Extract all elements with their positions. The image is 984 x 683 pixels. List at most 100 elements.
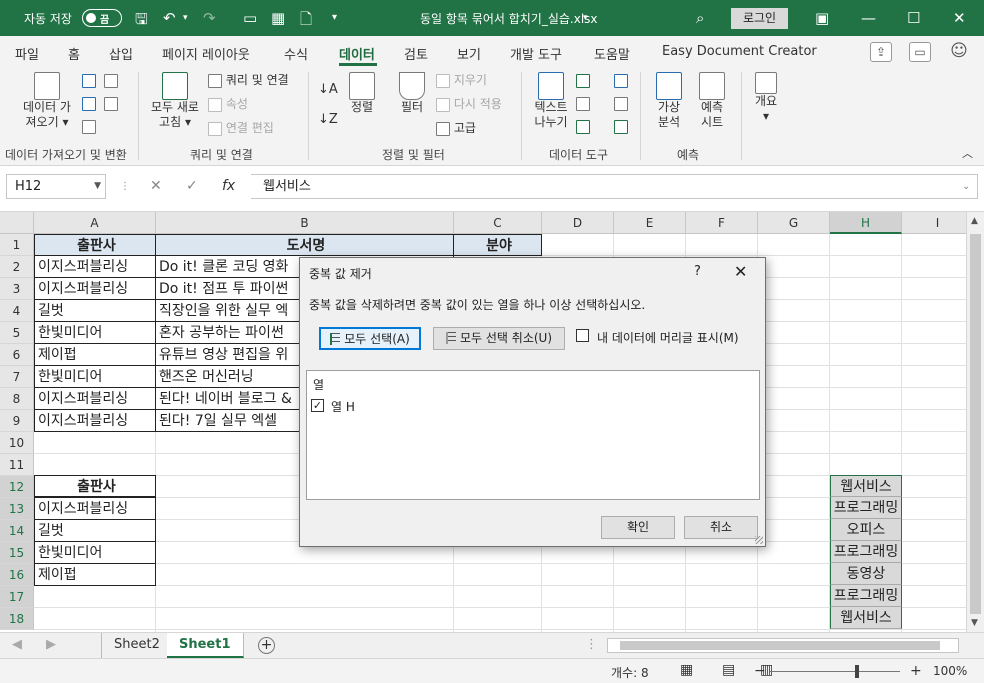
row-header[interactable]: 8 (0, 388, 34, 410)
cell-a9[interactable]: 이지스퍼블리싱 (34, 409, 156, 432)
tab-view[interactable]: 보기 (457, 44, 481, 63)
unselect-all-button[interactable]: 모두 선택 취소(U) (433, 327, 565, 350)
row-header[interactable]: 15 (0, 542, 34, 564)
cell-h12[interactable]: 웹서비스 (830, 475, 902, 497)
undo-icon[interactable]: ↶ (163, 9, 176, 27)
comments-icon[interactable]: ▭ (909, 42, 931, 62)
autosave-toggle[interactable]: 끔 (82, 9, 122, 27)
next-sheet-icon[interactable]: ▶ (36, 633, 66, 658)
column-header-h[interactable]: H (830, 212, 902, 234)
close-icon[interactable]: ✕ (953, 9, 966, 27)
row-header[interactable]: 6 (0, 344, 34, 366)
cell-a3[interactable]: 이지스퍼블리싱 (34, 277, 156, 300)
cell-a14[interactable]: 길벗 (34, 519, 156, 542)
row-header[interactable]: 16 (0, 564, 34, 586)
remove-duplicates-icon[interactable] (576, 97, 590, 111)
expand-formula-bar-icon[interactable]: ⌄ (962, 181, 970, 192)
sheet-tab-sheet1[interactable]: Sheet1 (167, 633, 244, 658)
cell-a12[interactable]: 출판사 (34, 475, 156, 497)
what-if-analysis-button[interactable]: 가상 분석 (648, 72, 690, 130)
headers-checkbox-label[interactable]: 내 데이터에 머리글 표시(M) (597, 329, 739, 346)
confirm-entry-icon[interactable]: ✓ (186, 178, 198, 194)
cell-a8[interactable]: 이지스퍼블리싱 (34, 387, 156, 410)
resize-grip-icon[interactable] (755, 536, 763, 544)
ok-button[interactable]: 확인 (601, 516, 675, 539)
normal-view-icon[interactable]: ▦ (680, 662, 693, 678)
login-button[interactable]: 로그인 (731, 8, 788, 29)
row-header[interactable]: 1 (0, 234, 34, 256)
search-icon[interactable]: ⌕ (696, 9, 704, 27)
undo-dropdown-icon[interactable]: ▾ (183, 13, 188, 23)
cell-a13[interactable]: 이지스퍼블리싱 (34, 497, 156, 520)
share-icon[interactable]: ⇪ (870, 42, 892, 62)
clear-button[interactable]: 지우기 (436, 73, 487, 88)
name-box[interactable]: H12 ▼ (6, 174, 106, 199)
tab-review[interactable]: 검토 (404, 44, 428, 63)
column-header-f[interactable]: F (686, 212, 758, 234)
cell-h15[interactable]: 프로그래밍 (830, 541, 902, 563)
cell-h14[interactable]: 오피스 (830, 519, 902, 541)
tab-home[interactable]: 홈 (68, 44, 80, 63)
reapply-button[interactable]: 다시 적용 (436, 97, 502, 112)
refresh-all-button[interactable]: 모두 새로 고침 ▾ (148, 72, 202, 130)
consolidate-icon[interactable] (614, 74, 628, 88)
quick-access-icon-1[interactable]: ▭ (243, 9, 257, 27)
column-h-label[interactable]: 열 H (331, 398, 355, 415)
minimize-icon[interactable]: — (861, 9, 876, 27)
name-box-dropdown-icon[interactable]: ▼ (94, 175, 101, 198)
cell-h17[interactable]: 프로그래밍 (830, 585, 902, 607)
row-header[interactable]: 14 (0, 520, 34, 542)
cell-c1[interactable]: 분야 (453, 234, 542, 256)
column-header-e[interactable]: E (614, 212, 686, 234)
column-header-b[interactable]: B (156, 212, 454, 234)
tab-page-layout[interactable]: 페이지 레이아웃 (162, 44, 250, 63)
cell-a16[interactable]: 제이펍 (34, 563, 156, 586)
row-header[interactable]: 9 (0, 410, 34, 432)
redo-icon[interactable]: ↷ (203, 9, 216, 27)
filter-button[interactable]: 필터 (396, 72, 428, 115)
data-model-icon[interactable] (614, 120, 628, 134)
cell-a4[interactable]: 길벗 (34, 299, 156, 322)
column-header-d[interactable]: D (542, 212, 614, 234)
cell-b1[interactable]: 도서명 (155, 234, 454, 256)
row-header[interactable]: 4 (0, 300, 34, 322)
new-file-icon[interactable]: 🗋 (300, 9, 312, 34)
tab-file[interactable]: 파일 (15, 44, 39, 63)
tab-formulas[interactable]: 수식 (284, 44, 308, 63)
cell-a2[interactable]: 이지스퍼블리싱 (34, 255, 156, 278)
column-header-c[interactable]: C (454, 212, 542, 234)
cell-a5[interactable]: 한빛미디어 (34, 321, 156, 344)
row-header[interactable]: 2 (0, 256, 34, 278)
tab-data[interactable]: 데이터 (339, 44, 375, 63)
cancel-button[interactable]: 취소 (684, 516, 758, 539)
cell-a15[interactable]: 한빛미디어 (34, 541, 156, 564)
forecast-sheet-button[interactable]: 예측 시트 (694, 72, 730, 130)
insert-function-icon[interactable]: fx (222, 178, 235, 194)
tab-developer[interactable]: 개발 도구 (510, 44, 562, 63)
save-icon[interactable]: 🖫 (135, 9, 148, 34)
cell-a1[interactable]: 출판사 (34, 234, 156, 256)
sort-ascending-icon[interactable]: ↓A (318, 82, 338, 97)
h-scroll-thumb[interactable] (620, 641, 940, 650)
select-all-corner[interactable] (0, 212, 34, 234)
get-data-button[interactable]: 데이터 가 져오기 ▾ (18, 72, 76, 130)
page-layout-view-icon[interactable]: ▤ (722, 662, 735, 678)
horizontal-scrollbar[interactable] (607, 638, 959, 653)
edit-links-button[interactable]: 연결 편집 (208, 121, 274, 136)
outline-button[interactable]: 개요 ▾ (750, 72, 782, 124)
tab-easy-document-creator[interactable]: Easy Document Creator (662, 44, 817, 59)
from-table-icon[interactable] (82, 97, 96, 111)
ribbon-display-icon[interactable]: ▣ (815, 9, 829, 27)
row-header[interactable]: 13 (0, 498, 34, 520)
sheetbar-splitter-icon[interactable]: ⋮ (585, 633, 598, 658)
scroll-thumb[interactable] (970, 234, 981, 614)
row-header[interactable]: 11 (0, 454, 34, 476)
formula-input[interactable]: 웹서비스 (251, 174, 978, 199)
zoom-level[interactable]: 100% (933, 664, 967, 678)
sort-button[interactable]: 정렬 (345, 72, 379, 115)
column-header-i[interactable]: I (902, 212, 966, 234)
row-header[interactable]: 18 (0, 608, 34, 630)
zoom-slider[interactable] (770, 671, 900, 672)
columns-list[interactable]: 열 ✓ 열 H (306, 370, 760, 500)
row-header[interactable]: 10 (0, 432, 34, 454)
